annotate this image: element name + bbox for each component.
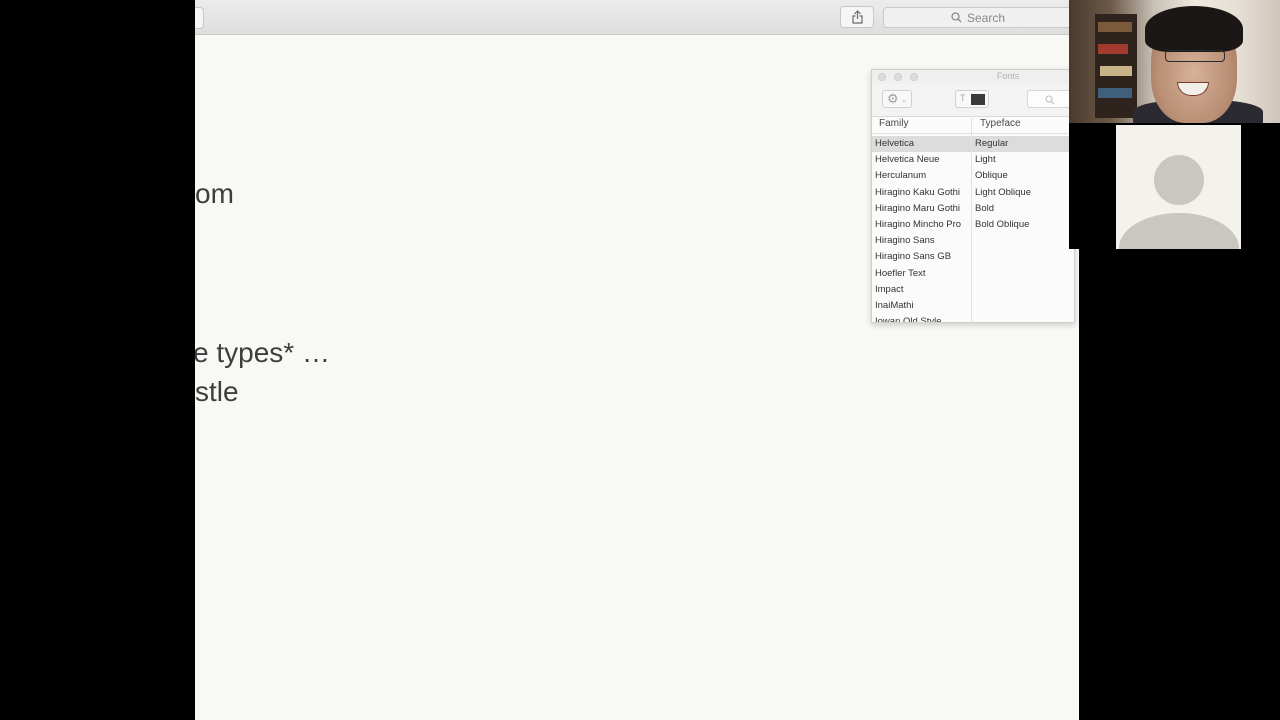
avatar-head-icon — [1154, 155, 1204, 205]
typeface-item[interactable]: Bold — [972, 201, 1074, 217]
family-item[interactable]: Hiragino Sans GB — [872, 249, 971, 265]
slide-text-line-3[interactable]: stle — [195, 376, 239, 408]
family-item[interactable]: Hiragino Sans — [872, 233, 971, 249]
search-field[interactable]: Search — [883, 7, 1073, 28]
family-item[interactable]: Helvetica — [872, 136, 971, 153]
action-menu-button[interactable]: ⚙ ⌄ — [882, 90, 912, 108]
typeface-item[interactable]: Light Oblique — [972, 185, 1074, 201]
fonts-panel-toolbar: ⚙ ⌄ T — [872, 84, 1074, 117]
text-color-swatch — [971, 94, 985, 105]
typeface-item[interactable]: Light — [972, 152, 1074, 168]
family-item[interactable]: Helvetica Neue — [872, 152, 971, 168]
fonts-search-field[interactable] — [1027, 90, 1074, 108]
family-item[interactable]: Hoefler Text — [872, 266, 971, 282]
fonts-panel: Fonts ⚙ ⌄ T Family Typeface Helvetica Hel… — [871, 69, 1075, 323]
slide-text-line-2[interactable]: e types* … — [195, 337, 330, 369]
bookshelf — [1095, 14, 1137, 118]
family-item[interactable]: InaiMathi — [872, 298, 971, 314]
typeface-column-header[interactable]: Typeface — [980, 118, 1021, 129]
family-item[interactable]: Iowan Old Style — [872, 314, 971, 322]
toolbar-button-partial[interactable] — [195, 7, 204, 29]
avatar-body-icon — [1119, 213, 1239, 249]
fonts-panel-title: Fonts — [996, 71, 1020, 81]
slide-text-line-1[interactable]: om — [195, 178, 234, 210]
text-color-button[interactable]: T — [955, 90, 989, 108]
family-item[interactable]: Hiragino Maru Gothi — [872, 201, 971, 217]
family-column-header[interactable]: Family — [879, 118, 908, 129]
search-placeholder: Search — [966, 10, 1006, 25]
text-icon: T — [960, 93, 966, 103]
person-glasses — [1165, 50, 1225, 62]
participant-video-area — [1069, 123, 1280, 249]
family-item[interactable]: Herculanum — [872, 168, 971, 184]
typeface-item[interactable]: Bold Oblique — [972, 217, 1074, 233]
gear-icon: ⚙ — [887, 91, 899, 106]
share-button[interactable] — [840, 6, 874, 28]
toolbar: Search — [195, 0, 1079, 35]
family-item[interactable]: Hiragino Kaku Gothi — [872, 185, 971, 201]
family-item[interactable]: Impact — [872, 282, 971, 298]
webcam-video-tile — [1069, 0, 1280, 123]
search-icon — [1045, 95, 1055, 105]
chevron-down-icon: ⌄ — [900, 94, 908, 104]
avatar — [1116, 125, 1241, 249]
typeface-list: Regular Light Oblique Light Oblique Bold… — [972, 136, 1074, 233]
fonts-panel-titlebar[interactable]: Fonts — [872, 70, 1074, 84]
typeface-item[interactable]: Regular — [972, 136, 1074, 153]
header-divider — [872, 133, 1074, 134]
family-list: Helvetica Helvetica Neue Herculanum Hira… — [872, 136, 971, 322]
person-hair — [1145, 6, 1243, 52]
search-icon — [951, 12, 962, 23]
share-icon — [852, 10, 863, 24]
typeface-item[interactable]: Oblique — [972, 168, 1074, 184]
family-item[interactable]: Hiragino Mincho Pro — [872, 217, 971, 233]
